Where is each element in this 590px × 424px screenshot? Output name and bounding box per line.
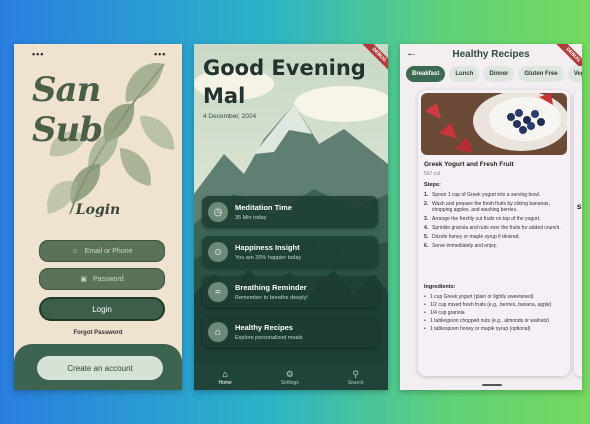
email-placeholder: Email or Phone [84, 247, 133, 255]
next-recipe-name: S [577, 204, 582, 211]
recipe-calories: 567 cal [424, 171, 441, 177]
list-item: 5. Drizzle honey or maple syrup if desire… [424, 233, 520, 240]
create-account-button[interactable]: Create an account [37, 356, 163, 380]
card-title: Healthy Recipes [235, 323, 293, 332]
home-icon: ⌂ [208, 322, 228, 342]
list-item: 3. Arrange the freshly cut fruits on top … [424, 216, 541, 223]
recipes-screen: ← Healthy Recipes DEBUG Breakfast Lunch … [400, 44, 582, 390]
home-icon: ⌂ [222, 368, 228, 379]
chip-dinner[interactable]: Dinner [483, 66, 515, 82]
card-subtitle: You are 30% happier today [235, 255, 302, 261]
login-screen: ••• ••• San Sub Login ☺ Email or Phone ▣… [14, 44, 182, 390]
gear-icon: ⚙ [285, 368, 294, 379]
nav-label: Search [347, 379, 364, 386]
lock-icon: ▣ [80, 276, 87, 283]
list-item: 2. Wash and prepare the fresh fruits by s… [424, 200, 550, 214]
ingredients-heading: Ingredients: [424, 284, 456, 290]
nav-label: Settings [280, 379, 299, 386]
recipe-card[interactable]: Greek Yogurt and Fresh Fruit 567 cal Ste… [418, 90, 570, 376]
password-placeholder: Password [92, 275, 124, 283]
steps-heading: Steps: [424, 182, 441, 188]
nav-search[interactable]: ⚲ Search [348, 369, 364, 386]
chip-gluten-free[interactable]: Gluten Free [518, 66, 564, 82]
smile-icon: ☺ [208, 242, 228, 262]
list-item: • 1/2 cup mixed fresh fruits (e.g., berri… [424, 301, 552, 308]
login-button[interactable]: Login [39, 297, 165, 321]
ingredients-list: • 1 cup Greek yogurt (plain or lightly sw… [424, 294, 566, 333]
card-meditation[interactable]: ◷ Meditation Time 35 Min today [202, 196, 378, 228]
user-icon: ☺ [71, 247, 79, 255]
home-screen: Good Evening Mal 4 December, 2024 DEBUG … [194, 44, 388, 390]
card-title: Breathing Reminder [235, 283, 307, 292]
password-field[interactable]: ▣ Password [39, 268, 165, 290]
login-title: Login [75, 202, 121, 218]
list-item: 6. Serve immediately and enjoy. [424, 242, 498, 249]
home-indicator [482, 384, 502, 386]
list-item: 4. Sprinkle granola and nuts over the fru… [424, 224, 561, 231]
list-item: 1. Spoon 1 cup of Greek yogurt into a ser… [424, 192, 541, 198]
forgot-password-link[interactable]: Forgot Password [14, 330, 182, 336]
menu-dots-icon: ••• [32, 49, 45, 59]
list-item: • 1/4 cup granola [424, 309, 465, 316]
greeting-title: Good Evening Mal [203, 56, 366, 108]
next-recipe-card[interactable]: S [574, 90, 582, 376]
app-logo: San Sub [32, 70, 103, 150]
card-subtitle: Remember to breathe deeply! [235, 295, 308, 301]
card-subtitle: Explore personalized meals [235, 335, 303, 341]
card-subtitle: 35 Min today [235, 215, 267, 221]
recipe-name: Greek Yogurt and Fresh Fruit [424, 161, 514, 168]
category-chips: Breakfast Lunch Dinner Gluten Free Vegan [406, 66, 582, 82]
chip-breakfast[interactable]: Breakfast [406, 66, 446, 82]
card-title: Happiness Insight [235, 243, 300, 252]
date-label: 4 December, 2024 [203, 113, 257, 120]
email-field[interactable]: ☺ Email or Phone [39, 240, 165, 262]
nav-label: Home [218, 379, 232, 386]
list-item: • 1 tablespoon honey or maple syrup (opti… [424, 325, 531, 332]
card-happiness[interactable]: ☺ Happiness Insight You are 30% happier … [202, 236, 378, 268]
card-recipes[interactable]: ⌂ Healthy Recipes Explore personalized m… [202, 316, 378, 348]
nav-home[interactable]: ⌂ Home [218, 369, 231, 386]
bottom-nav: ⌂ Home ⚙ Settings ⚲ Search [194, 364, 388, 390]
steps-list: 1. Spoon 1 cup of Greek yogurt into a ser… [424, 192, 566, 252]
chip-lunch[interactable]: Lunch [449, 66, 480, 82]
list-item: • 1 tablespoon chopped nuts (e.g., almond… [424, 317, 549, 324]
menu-dots-icon: ••• [154, 49, 167, 59]
search-icon: ⚲ [352, 368, 359, 379]
chip-vegan[interactable]: Vegan [567, 66, 582, 82]
list-item: • 1 cup Greek yogurt (plain or lightly sw… [424, 294, 534, 300]
clock-icon: ◷ [208, 202, 228, 222]
air-icon: ≈ [208, 282, 228, 302]
page-title: Healthy Recipes [452, 49, 530, 60]
recipe-photo [421, 93, 567, 155]
card-title: Meditation Time [235, 203, 292, 212]
nav-settings[interactable]: ⚙ Settings [281, 369, 299, 386]
card-breathing[interactable]: ≈ Breathing Reminder Remember to breathe… [202, 276, 378, 308]
